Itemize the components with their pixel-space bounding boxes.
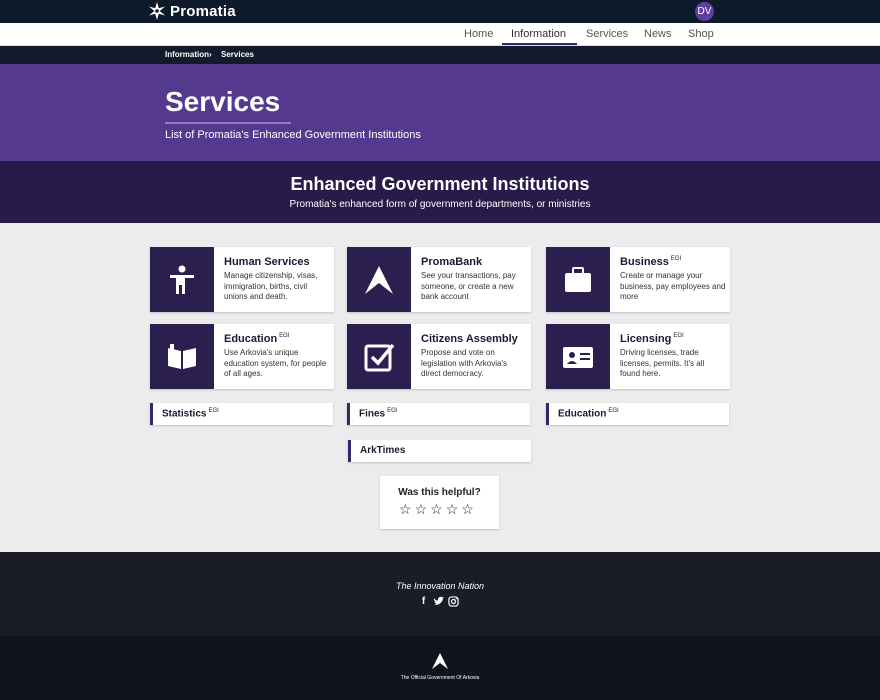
card-description: Use Arkovia's unique education system, f… — [224, 348, 327, 378]
card-icon-bg — [150, 324, 214, 389]
facebook-icon[interactable]: f — [418, 596, 429, 607]
nav-home[interactable]: Home — [464, 28, 493, 40]
card-title: Licensing EGI — [620, 333, 684, 345]
footer-tagline: The Innovation Nation — [395, 581, 485, 591]
card-title: Business EGI — [620, 256, 682, 268]
twitter-icon[interactable] — [433, 596, 444, 607]
breadcrumb-information[interactable]: Information — [165, 50, 209, 59]
instagram-icon[interactable] — [448, 596, 459, 607]
page-title: Services — [165, 86, 281, 117]
nav-information[interactable]: Information — [511, 28, 566, 40]
star-icon[interactable]: ☆ — [399, 502, 412, 516]
nav-news[interactable]: News — [644, 28, 672, 40]
card-description: See your transactions, pay someone, or c… — [421, 271, 516, 301]
chip-label: Education EGI — [558, 408, 619, 420]
card-education[interactable]: Education EGI Use Arkovia's unique educat… — [150, 324, 334, 389]
feedback-widget: Was this helpful? ☆ ☆ ☆ ☆ ☆ — [380, 476, 499, 529]
card-human-services[interactable]: Human Services Manage citizenship, visas… — [150, 247, 334, 312]
card-business[interactable]: Business EGI Create or manage your busine… — [546, 247, 730, 312]
link-arktimes[interactable]: ArkTimes — [348, 440, 531, 462]
card-title: PromaBank — [421, 256, 483, 268]
book-icon — [168, 343, 196, 369]
brand-name: Promatia — [170, 2, 236, 20]
id-card-icon — [563, 346, 593, 368]
card-description: Driving licenses, trade licenses, permit… — [620, 348, 705, 378]
card-licensing[interactable]: Licensing EGI Driving licenses, trade lic… — [546, 324, 730, 389]
avatar[interactable]: DV — [695, 2, 714, 21]
link-fines[interactable]: Fines EGI — [347, 403, 530, 425]
link-statistics[interactable]: Statistics EGI — [150, 403, 333, 425]
rating-stars: ☆ ☆ ☆ ☆ ☆ — [399, 502, 474, 516]
card-title: Education EGI — [224, 333, 290, 345]
arrow-logo-icon — [365, 265, 393, 294]
footer: The Innovation Nation f — [0, 552, 880, 636]
feedback-question: Was this helpful? — [398, 487, 481, 498]
checkbox-icon — [364, 343, 395, 371]
star-icon[interactable]: ☆ — [415, 502, 428, 516]
page-subtitle: List of Promatia's Enhanced Government I… — [165, 129, 421, 141]
card-description: Create or manage your business, pay empl… — [620, 271, 726, 301]
briefcase-icon — [565, 266, 591, 292]
section-subtitle: Promatia's enhanced form of government d… — [289, 199, 591, 210]
section-title: Enhanced Government Institutions — [290, 174, 590, 194]
link-education[interactable]: Education EGI — [546, 403, 729, 425]
section-header: Enhanced Government Institutions Promati… — [0, 161, 880, 223]
nav-shop[interactable]: Shop — [688, 28, 714, 40]
card-icon-bg — [347, 324, 411, 389]
star-icon[interactable]: ☆ — [446, 502, 459, 516]
card-icon-bg — [546, 324, 610, 389]
star-icon[interactable]: ☆ — [430, 502, 443, 516]
chip-label: ArkTimes — [360, 445, 406, 456]
chevron-right-icon: › — [209, 50, 212, 59]
star-logo-icon — [148, 2, 166, 20]
breadcrumb-services: Services — [221, 50, 254, 59]
person-icon — [170, 265, 194, 294]
footer-caption: The Official Government Of Arkovia — [400, 675, 480, 681]
card-icon-bg — [347, 247, 411, 312]
card-description: Manage citizenship, visas, immigration, … — [224, 271, 318, 301]
card-description: Propose and vote on legislation with Ark… — [421, 348, 508, 378]
page-hero: Services List of Promatia's Enhanced Gov… — [0, 64, 880, 161]
title-underline — [165, 122, 291, 124]
footer-bottom: The Official Government Of Arkovia — [0, 636, 880, 700]
card-icon-bg — [150, 247, 214, 312]
chip-label: Statistics EGI — [162, 408, 219, 420]
star-icon[interactable]: ☆ — [461, 502, 474, 516]
card-citizens-assembly[interactable]: Citizens Assembly Propose and vote on le… — [347, 324, 531, 389]
top-bar: Promatia DV — [0, 0, 880, 23]
card-icon-bg — [546, 247, 610, 312]
brand[interactable]: Promatia — [148, 2, 236, 20]
card-promabank[interactable]: PromaBank See your transactions, pay som… — [347, 247, 531, 312]
card-title: Human Services — [224, 256, 310, 268]
breadcrumb: Information › Services — [0, 46, 880, 64]
social-links: f — [418, 596, 459, 607]
chip-label: Fines EGI — [359, 408, 398, 420]
arrow-logo-icon — [432, 653, 448, 669]
nav-services[interactable]: Services — [586, 28, 628, 40]
card-title: Citizens Assembly — [421, 333, 518, 345]
active-nav-indicator — [502, 43, 577, 45]
main-nav: Home Information Services News Shop — [0, 23, 880, 46]
